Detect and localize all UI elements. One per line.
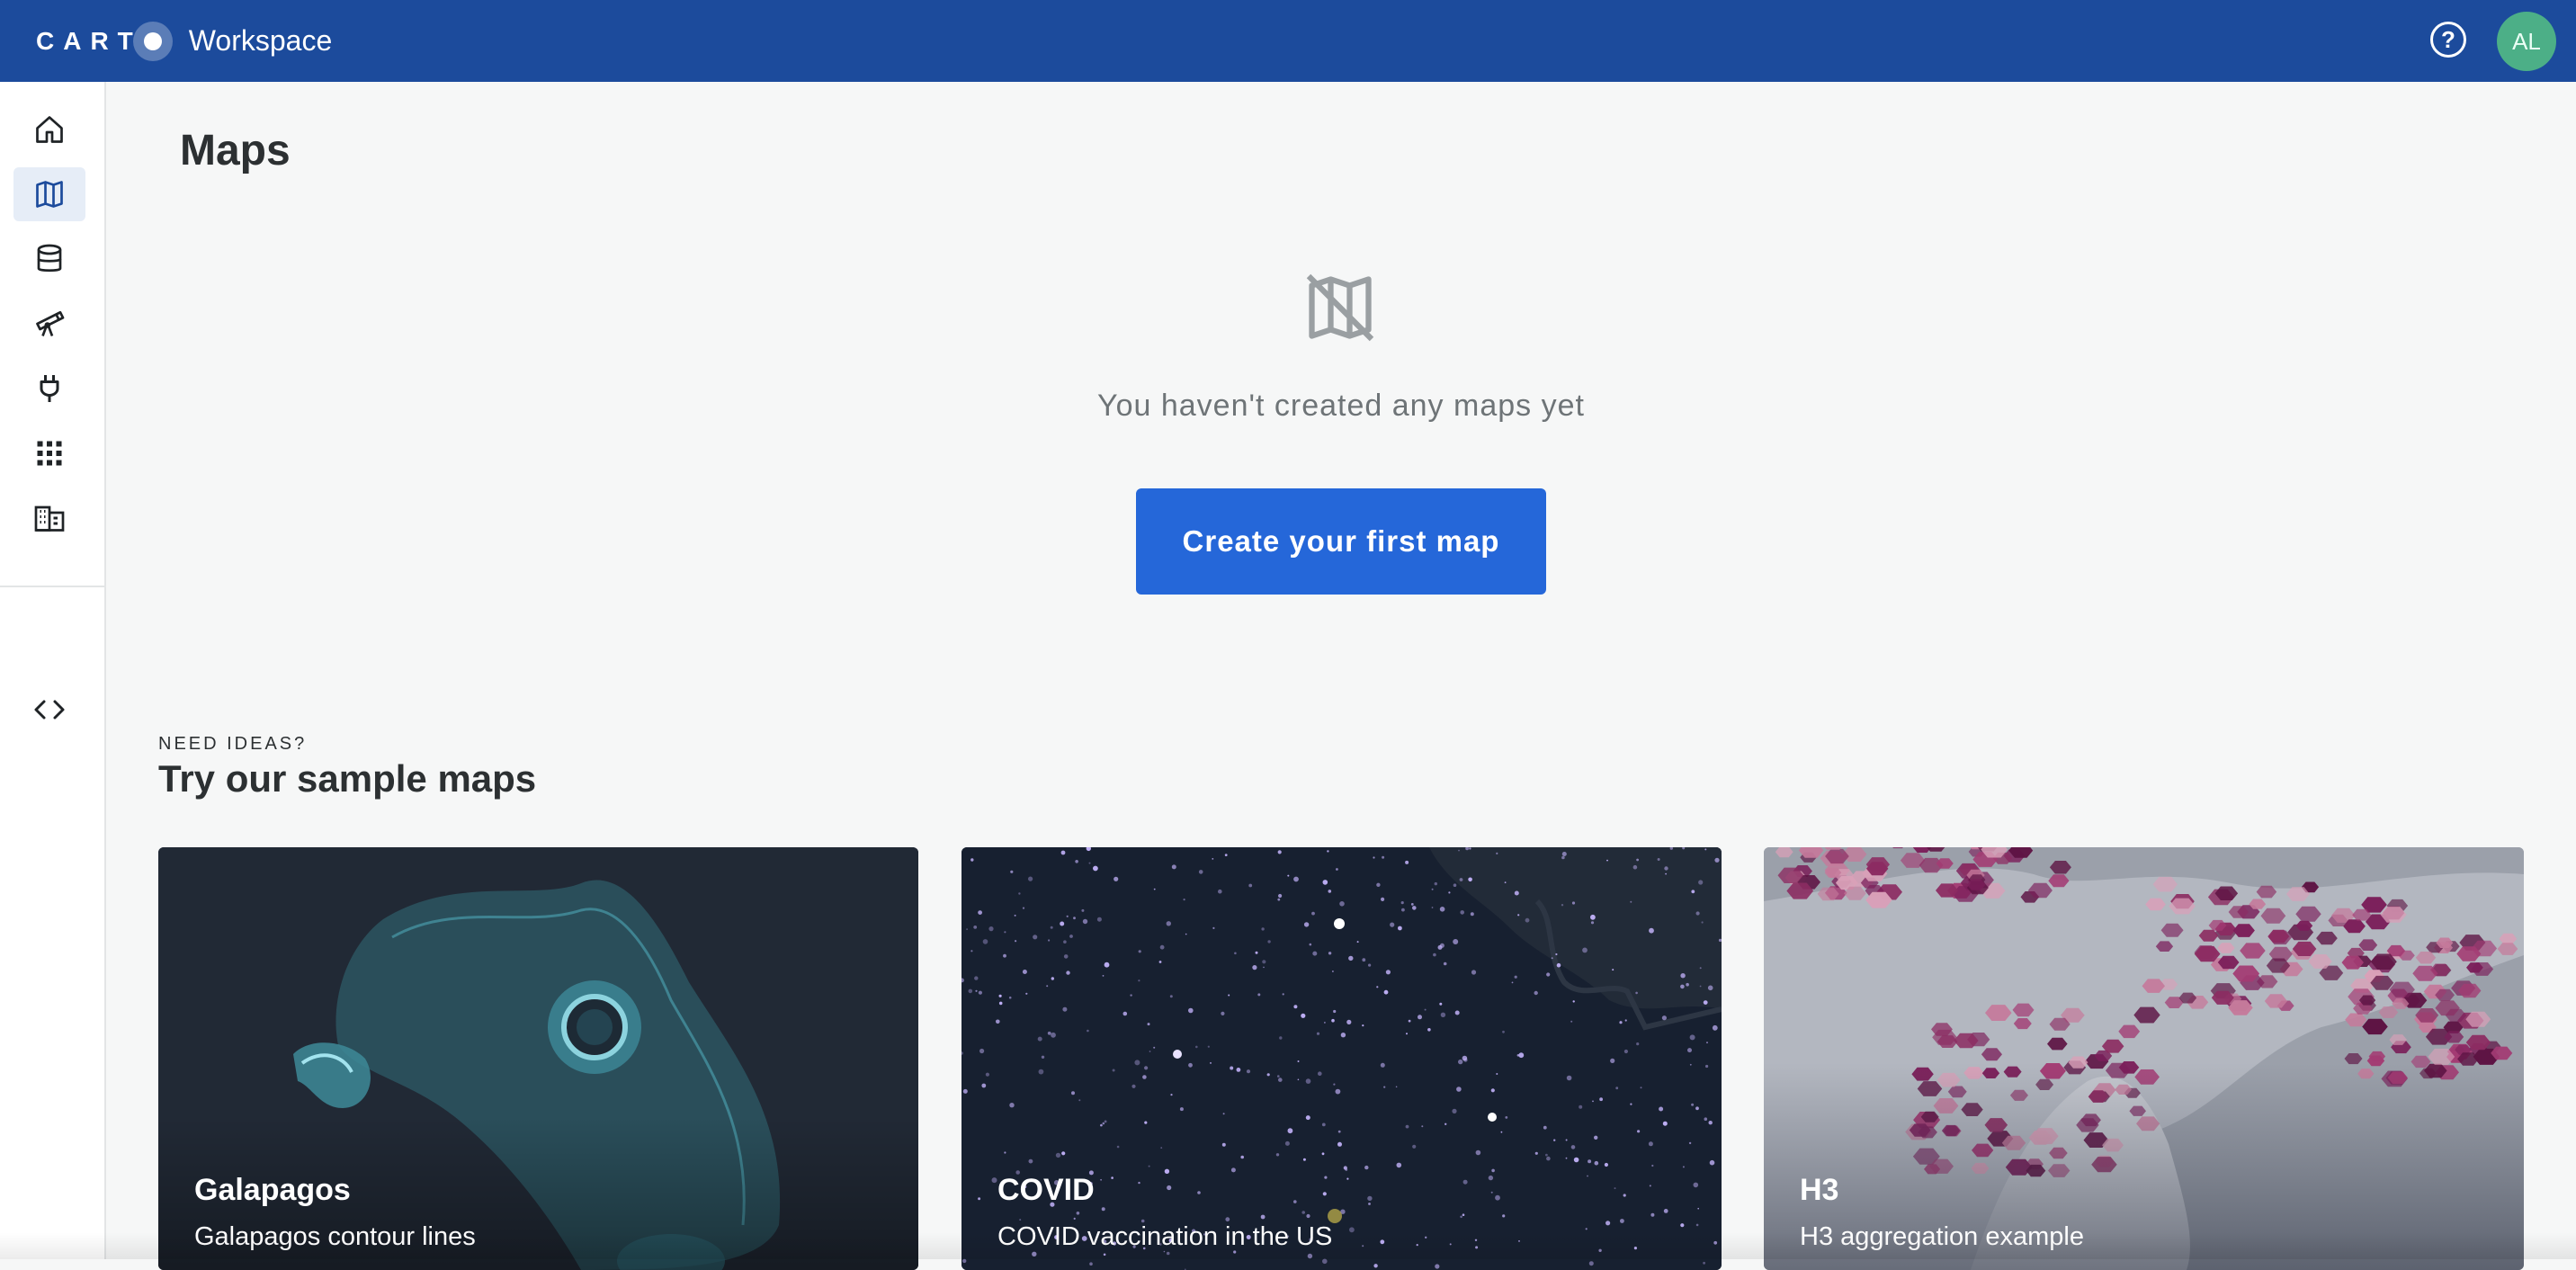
samples-title: Try our sample maps	[158, 757, 536, 800]
map-icon	[33, 178, 66, 210]
building-icon	[33, 502, 66, 534]
app-name: Workspace	[189, 24, 332, 58]
sample-map-card-h3[interactable]: H3 H3 aggregation example	[1764, 847, 2524, 1270]
sample-map-card-covid[interactable]: COVID COVID vaccination in the US	[962, 847, 1722, 1270]
bottom-shadow	[0, 1232, 2576, 1259]
card-title: Galapagos	[194, 1173, 351, 1208]
sidebar-divider	[0, 586, 104, 587]
code-icon	[33, 693, 66, 726]
avatar[interactable]: AL	[2497, 12, 2556, 71]
sidebar-item-data[interactable]	[13, 232, 85, 286]
card-title: H3	[1800, 1173, 1838, 1208]
sidebar-item-organization[interactable]	[13, 491, 85, 545]
home-icon	[33, 113, 66, 146]
sidebar-item-home[interactable]	[13, 103, 85, 157]
map-off-icon	[1302, 270, 1378, 345]
h3-map-thumbnail	[1764, 847, 2524, 1270]
sidebar-item-maps[interactable]	[13, 167, 85, 221]
sidebar-item-developers[interactable]	[13, 683, 85, 737]
telescope-icon	[33, 308, 66, 340]
sidebar-item-applications[interactable]	[13, 426, 85, 480]
page-title: Maps	[180, 126, 291, 175]
card-title: COVID	[997, 1173, 1095, 1208]
grid-icon	[33, 437, 66, 470]
help-icon[interactable]: ?	[2430, 22, 2466, 58]
samples-eyebrow: NEED IDEAS?	[158, 734, 307, 755]
create-first-map-button[interactable]: Create your first map	[1136, 488, 1546, 595]
sidebar	[0, 82, 106, 1259]
top-bar: CART Workspace ? AL	[0, 0, 2576, 82]
empty-state-message: You haven't created any maps yet	[0, 389, 2576, 424]
carto-logo[interactable]: CART Workspace	[36, 0, 332, 82]
logo-text: CART	[36, 27, 142, 56]
database-icon	[33, 243, 66, 275]
sample-map-card-galapagos[interactable]: Galapagos Galapagos contour lines	[158, 847, 918, 1270]
sidebar-item-data-observatory[interactable]	[13, 297, 85, 351]
logo-circle-icon	[133, 22, 173, 61]
